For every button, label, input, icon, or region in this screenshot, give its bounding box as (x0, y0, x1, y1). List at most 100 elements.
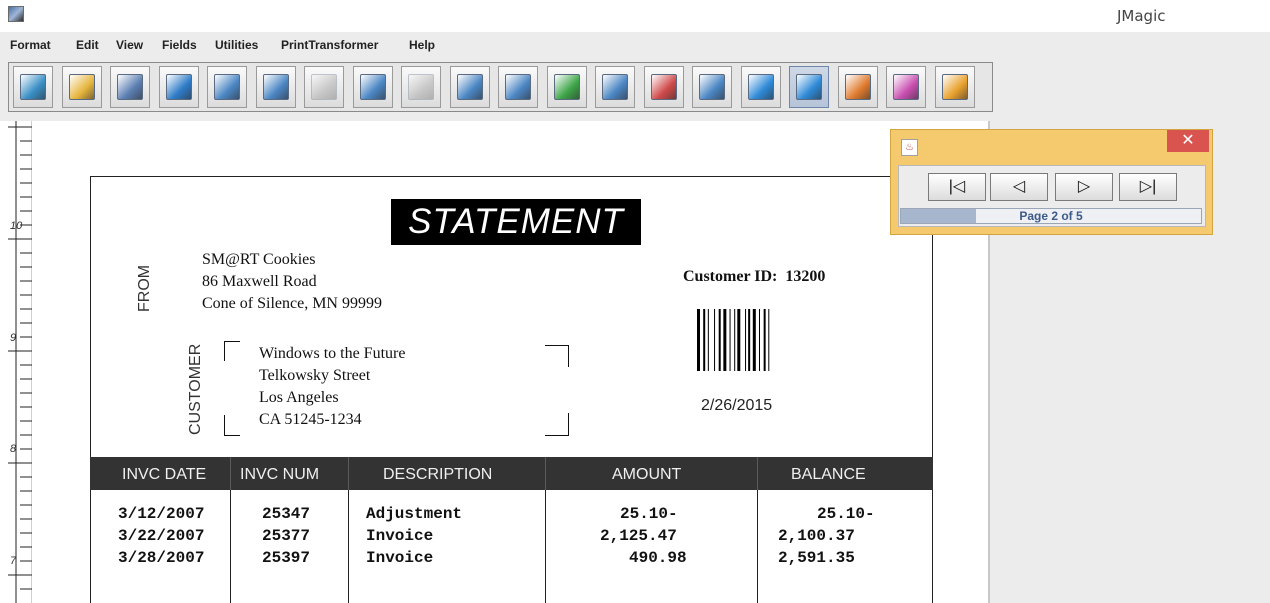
menu-edit[interactable]: Edit (76, 38, 99, 52)
preview-button[interactable] (789, 66, 829, 108)
text-field-button[interactable] (352, 66, 393, 108)
app-icon[interactable] (8, 6, 24, 22)
back-button[interactable] (886, 66, 926, 108)
customer-id[interactable]: Customer ID: 13200 (683, 268, 825, 286)
first-page-button[interactable]: |◁ (928, 173, 986, 201)
grid-button[interactable] (740, 66, 781, 108)
column-divider (757, 457, 758, 490)
table-cell: 25.10- (817, 505, 875, 523)
barcode[interactable] (697, 309, 789, 371)
customer-address[interactable]: Windows to the Future Telkowsky Street L… (259, 343, 405, 431)
list-field-button[interactable] (595, 66, 635, 108)
customer-line: Telkowsky Street (259, 367, 371, 384)
from-line: Cone of Silence, MN 99999 (202, 295, 382, 312)
image-field-button (401, 66, 441, 108)
close-button[interactable]: ✕ (1167, 130, 1209, 152)
statement-date[interactable]: 2/26/2015 (701, 397, 772, 415)
line-field-button[interactable] (498, 66, 538, 108)
statement-title[interactable]: STATEMENT (391, 199, 641, 245)
window-title: JMagic (1117, 7, 1166, 25)
new-field-button[interactable] (546, 66, 587, 108)
barcode-bar (723, 309, 727, 371)
import-button[interactable] (158, 66, 199, 108)
table-cell: 3/22/2007 (118, 527, 205, 545)
next-page-button[interactable]: ▷ (1055, 173, 1113, 201)
properties-icon (650, 74, 677, 100)
menu-help[interactable]: Help (409, 38, 435, 52)
customer-line: Los Angeles (259, 389, 339, 406)
table-cell: 25397 (262, 549, 311, 567)
last-page-button[interactable]: ▷| (1119, 173, 1177, 201)
customer-line: Windows to the Future (259, 345, 406, 362)
properties-button[interactable] (643, 66, 684, 108)
table-cell: Invoice (366, 549, 434, 567)
address-bracket (545, 345, 569, 367)
text-field-icon (359, 74, 386, 100)
column-divider (230, 457, 231, 490)
barcode-bar (718, 309, 721, 371)
new-format-button[interactable] (13, 66, 53, 108)
column-divider (230, 490, 231, 603)
column-divider (348, 457, 349, 490)
select-arrow-button[interactable] (837, 66, 878, 108)
barcode-bar (714, 309, 716, 371)
column-header: AMOUNT (612, 466, 682, 483)
table-cell: 25347 (262, 505, 311, 523)
from-line: 86 Maxwell Road (202, 273, 317, 290)
customer-id-label: Customer ID: (683, 268, 778, 285)
new-field-icon (553, 74, 580, 100)
customer-line: CA 51245-1234 (259, 411, 362, 428)
column-divider (545, 490, 546, 603)
column-divider (348, 490, 349, 603)
box-field-button[interactable] (449, 66, 490, 108)
toolbar (8, 62, 993, 112)
table-cell: Adjustment (366, 505, 463, 523)
preview-icon (796, 74, 822, 100)
open-folder-icon (68, 74, 95, 100)
column-divider (757, 490, 758, 603)
column-divider (545, 457, 546, 490)
column-header: INVC NUM (240, 466, 320, 483)
from-line: SM@RT Cookies (202, 251, 316, 268)
from-label: FROM (136, 264, 153, 312)
line-field-icon (505, 74, 531, 100)
document-button[interactable] (692, 66, 732, 108)
menu-fields[interactable]: Fields (162, 38, 197, 52)
title-bar: JMagic (0, 0, 1270, 32)
customer-id-value: 13200 (785, 268, 826, 285)
address-bracket (224, 341, 240, 361)
database-button[interactable] (207, 66, 247, 108)
barcode-bar (759, 309, 760, 371)
barcode-bar (748, 309, 751, 371)
back-icon (893, 74, 919, 100)
menu-utilities[interactable]: Utilities (215, 38, 258, 52)
table-cell: 3/28/2007 (118, 549, 205, 567)
barcode-bar (763, 309, 766, 371)
forward-button[interactable] (934, 66, 975, 108)
copy-field-button (304, 66, 344, 108)
address-bracket (224, 415, 240, 436)
previous-page-button[interactable]: ◁ (990, 173, 1048, 201)
table-cell: 2,591.35 (778, 549, 855, 567)
table-cell: 25377 (262, 527, 311, 545)
save-icon (117, 74, 143, 100)
barcode-icon (262, 74, 289, 100)
database-icon (214, 74, 240, 100)
barcode-button[interactable] (255, 66, 296, 108)
ruler-number: 10 (10, 220, 23, 232)
forward-icon (941, 74, 968, 100)
save-button[interactable] (110, 66, 150, 108)
image-field-icon (408, 74, 434, 100)
barcode-bar (768, 309, 770, 371)
menu-printtransformer[interactable]: PrintTransformer (281, 38, 378, 52)
java-icon: ♨ (901, 139, 918, 156)
menu-view[interactable]: View (116, 38, 143, 52)
open-folder-button[interactable] (61, 66, 102, 108)
grid-icon (747, 74, 774, 100)
ruler-number: 7 (10, 555, 17, 567)
menu-bar: Format Edit View Fields Utilities PrintT… (0, 32, 1270, 58)
table-cell: 2,125.47 (600, 527, 677, 545)
from-address[interactable]: SM@RT Cookies 86 Maxwell Road Cone of Si… (202, 249, 382, 315)
menu-format[interactable]: Format (10, 38, 51, 52)
barcode-bar (737, 309, 741, 371)
